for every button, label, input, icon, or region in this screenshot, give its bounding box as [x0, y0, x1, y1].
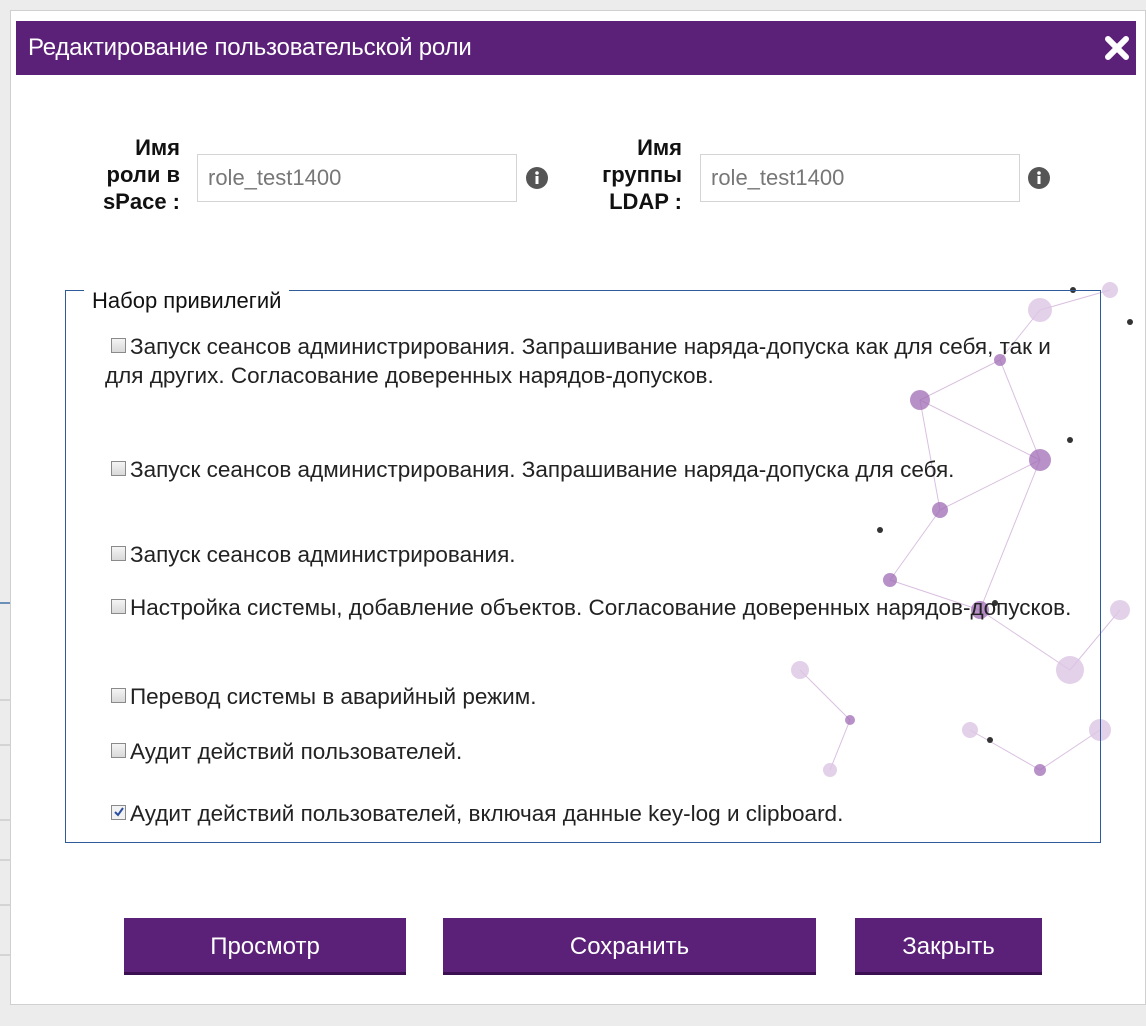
privilege-item: Запуск сеансов администрирования. Запраш…: [105, 455, 1095, 484]
privilege-checkbox[interactable]: [111, 599, 126, 614]
info-icon[interactable]: [526, 167, 548, 189]
privilege-checkbox[interactable]: [111, 688, 126, 703]
privilege-checkbox[interactable]: [111, 461, 126, 476]
save-button[interactable]: Сохранить: [443, 918, 816, 975]
info-icon[interactable]: [1028, 167, 1050, 189]
role-name-input[interactable]: [197, 154, 517, 202]
privilege-checkbox[interactable]: [111, 546, 126, 561]
privilege-item: Запуск сеансов администрирования.: [105, 540, 1095, 569]
ldap-group-label: Имя группы LDAP :: [602, 135, 682, 214]
dialog-titlebar: Редактирование пользовательской роли: [16, 21, 1136, 75]
checkmark-icon: [114, 807, 124, 817]
privilege-item: Аудит действий пользователей, включая да…: [105, 799, 1095, 828]
privilege-checkbox[interactable]: [111, 338, 126, 353]
privilege-item: Настройка системы, добавление объектов. …: [105, 593, 1095, 622]
preview-button[interactable]: Просмотр: [124, 918, 406, 975]
privilege-checkbox[interactable]: [111, 743, 126, 758]
role-name-label: Имя роли в sPace :: [102, 135, 180, 214]
privilege-item: Перевод системы в аварийный режим.: [105, 682, 1095, 711]
ldap-group-input[interactable]: [700, 154, 1020, 202]
privilege-item: Запуск сеансов администрирования. Запраш…: [105, 334, 1051, 388]
privilege-checkbox-checked[interactable]: [111, 805, 126, 820]
privilege-item: Аудит действий пользователей.: [105, 737, 1095, 766]
close-icon[interactable]: [1098, 29, 1136, 67]
dialog-title: Редактирование пользовательской роли: [28, 34, 472, 61]
privileges-legend: Набор привилегий: [84, 287, 290, 315]
close-button[interactable]: Закрыть: [855, 918, 1042, 975]
